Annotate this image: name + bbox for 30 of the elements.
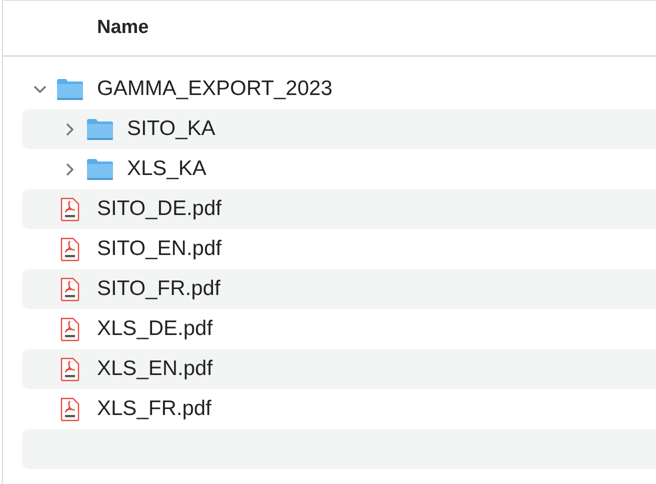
file-name: SITO_EN.pdf — [97, 237, 222, 261]
file-name: XLS_DE.pdf — [97, 317, 213, 341]
file-row[interactable]: XLS_KA — [22, 149, 656, 189]
chevron-right-icon[interactable] — [64, 122, 76, 136]
folder-icon — [86, 156, 114, 182]
pdf-file-icon — [60, 236, 80, 262]
file-name: SITO_DE.pdf — [97, 197, 222, 221]
pdf-file-icon — [60, 276, 80, 302]
folder-icon — [86, 116, 114, 142]
pdf-file-icon — [60, 196, 80, 222]
file-name: SITO_KA — [127, 117, 216, 141]
file-row[interactable]: SITO_EN.pdf — [22, 229, 656, 269]
folder-icon — [56, 76, 84, 102]
file-row[interactable]: GAMMA_EXPORT_2023 — [22, 69, 656, 109]
file-row[interactable]: SITO_FR.pdf — [22, 269, 656, 309]
file-row[interactable]: SITO_KA — [22, 109, 656, 149]
file-name: GAMMA_EXPORT_2023 — [97, 77, 332, 101]
file-name: XLS_FR.pdf — [97, 397, 212, 421]
file-name: XLS_EN.pdf — [97, 357, 213, 381]
file-row[interactable]: XLS_FR.pdf — [22, 389, 656, 429]
file-row[interactable]: SITO_DE.pdf — [22, 189, 656, 229]
file-name: XLS_KA — [127, 157, 206, 181]
file-row[interactable]: XLS_EN.pdf — [22, 349, 656, 389]
pdf-file-icon — [60, 396, 80, 422]
file-name: SITO_FR.pdf — [97, 277, 220, 301]
file-row[interactable]: XLS_DE.pdf — [22, 309, 656, 349]
chevron-right-icon[interactable] — [64, 162, 76, 176]
pdf-file-icon — [60, 316, 80, 342]
column-header[interactable]: Name — [97, 17, 149, 39]
pdf-file-icon — [60, 356, 80, 382]
